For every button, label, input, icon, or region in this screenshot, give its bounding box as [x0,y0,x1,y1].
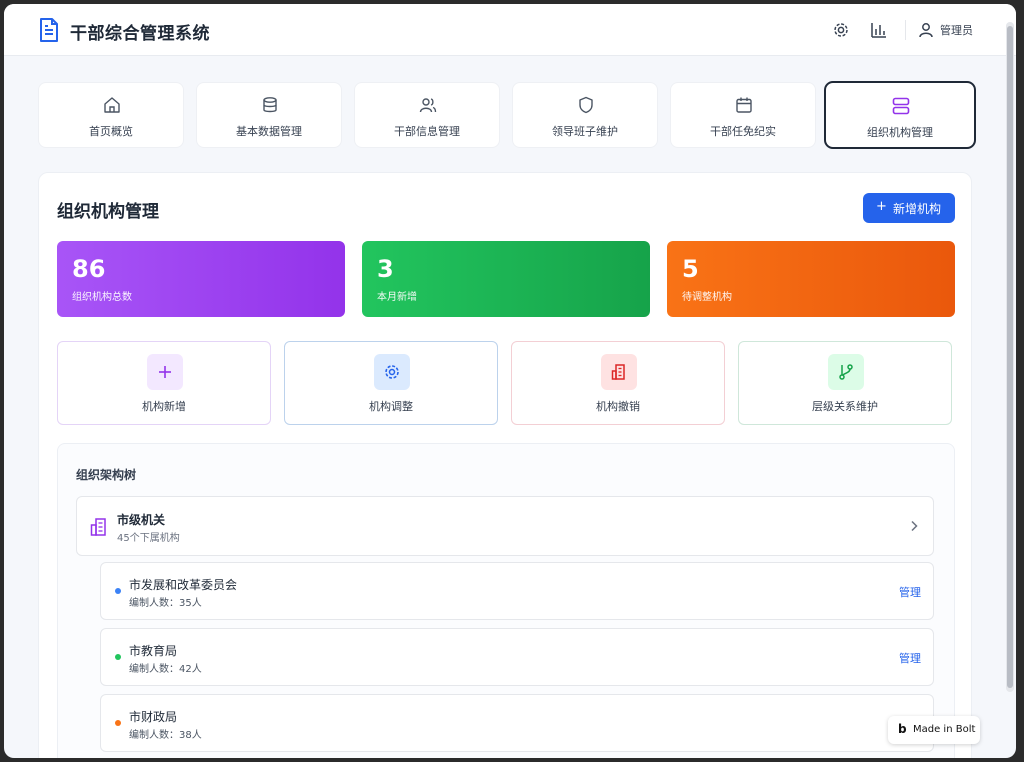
plus-icon: + [876,199,887,214]
stat-card-total: 86 组织机构总数 [57,241,345,317]
scrollbar-thumb[interactable] [1007,26,1013,688]
node-name: 市教育局 [129,644,178,658]
node-subtitle: 编制人数：38人 [129,730,202,741]
stat-value: 5 [682,255,699,283]
gear-icon [385,365,399,379]
manage-link[interactable]: 管理 [899,584,921,600]
node-name: 市发展和改革委员会 [129,578,238,592]
status-dot [115,720,121,726]
stat-card-pending: 5 待调整机构 [667,241,955,317]
nav-label: 基本数据管理 [236,125,302,138]
tree-child-node[interactable]: 市财政局 编制人数：38人 管理 [100,694,934,752]
node-subtitle: 编制人数：35人 [129,598,202,609]
nav-label: 干部任免纪实 [710,125,776,138]
nav-home[interactable]: 首页概览 [38,82,184,148]
made-in-bolt-badge[interactable]: b Made in Bolt [888,716,980,744]
org-management-panel: 组织机构管理 + 新增机构 86 组织机构总数 3 本月新增 5 待调整机构 机… [38,172,972,758]
action-icon-box [147,354,183,390]
chevron-right-icon[interactable] [907,519,921,533]
git-branch-icon [839,364,853,380]
action-revoke-org[interactable]: 机构撤销 [511,341,725,425]
action-label: 机构调整 [369,400,413,413]
tree-root-node[interactable]: 市级机关 45个下属机构 [76,496,934,556]
bolt-logo-icon: b [898,722,907,736]
stat-caption: 待调整机构 [682,292,732,303]
nav-basic-data[interactable]: 基本数据管理 [196,82,342,148]
nav-org-management[interactable]: 组织机构管理 [824,81,976,149]
status-dot [115,654,121,660]
nav-appointment[interactable]: 干部任免纪实 [670,82,816,148]
header-divider [905,20,906,40]
tree-child-node[interactable]: 市发展和改革委员会 编制人数：35人 管理 [100,562,934,620]
node-subtitle: 45个下属机构 [117,533,180,544]
action-label: 机构新增 [142,400,186,413]
plus-icon [159,366,171,378]
nav-label: 干部信息管理 [394,125,460,138]
bar-chart-icon[interactable] [870,21,888,39]
node-name: 市财政局 [129,710,178,724]
building-icon [90,518,106,536]
action-label: 机构撤销 [596,400,640,413]
action-adjust-org[interactable]: 机构调整 [284,341,498,425]
nav-label: 组织机构管理 [867,126,933,139]
home-icon [104,97,120,113]
add-org-label: 新增机构 [893,202,942,216]
nav-cadre-info[interactable]: 干部信息管理 [354,82,500,148]
org-tree-title: 组织架构树 [76,468,137,482]
status-dot [115,588,121,594]
page-title: 组织机构管理 [57,202,159,222]
action-icon-box [374,354,410,390]
shield-icon [579,96,593,114]
module-nav: 首页概览 基本数据管理 干部信息管理 领导班子维护 干部任免纪实 组织机构管理 [38,81,978,150]
app-window: 干部综合管理系统 管理员 首页概览 基本数据管理 干部信息管理 领导班子维护 干… [4,4,1016,758]
user-icon[interactable] [918,21,936,39]
stat-caption: 组织机构总数 [72,292,132,303]
node-name: 市级机关 [117,513,166,527]
top-header: 干部综合管理系统 管理员 [4,4,1016,56]
stat-card-new: 3 本月新增 [362,241,650,317]
stat-caption: 本月新增 [377,292,417,303]
nav-leadership[interactable]: 领导班子维护 [512,82,658,148]
action-hierarchy[interactable]: 层级关系维护 [738,341,952,425]
app-title: 干部综合管理系统 [70,24,210,44]
stat-value: 3 [377,255,394,283]
add-org-button[interactable]: + 新增机构 [863,193,955,223]
nav-label: 领导班子维护 [552,125,618,138]
org-tree: 组织架构树 市级机关 45个下属机构 市发展和改革委员会 编制人数：35人 管理… [57,443,955,758]
action-label: 层级关系维护 [812,400,878,413]
action-add-org[interactable]: 机构新增 [57,341,271,425]
nav-label: 首页概览 [89,125,133,138]
bolt-badge-text: Made in Bolt [913,724,976,735]
action-icon-box [601,354,637,390]
document-icon [40,18,58,42]
manage-link[interactable]: 管理 [899,650,921,666]
stat-value: 86 [72,255,106,283]
server-icon [892,97,910,115]
database-icon [263,97,277,113]
node-subtitle: 编制人数：42人 [129,664,202,675]
gear-icon[interactable] [832,21,850,39]
building-icon [611,364,625,380]
users-icon [419,98,437,113]
calendar-icon [736,97,752,113]
action-icon-box [828,354,864,390]
user-name[interactable]: 管理员 [940,22,973,38]
tree-child-node[interactable]: 市教育局 编制人数：42人 管理 [100,628,934,686]
